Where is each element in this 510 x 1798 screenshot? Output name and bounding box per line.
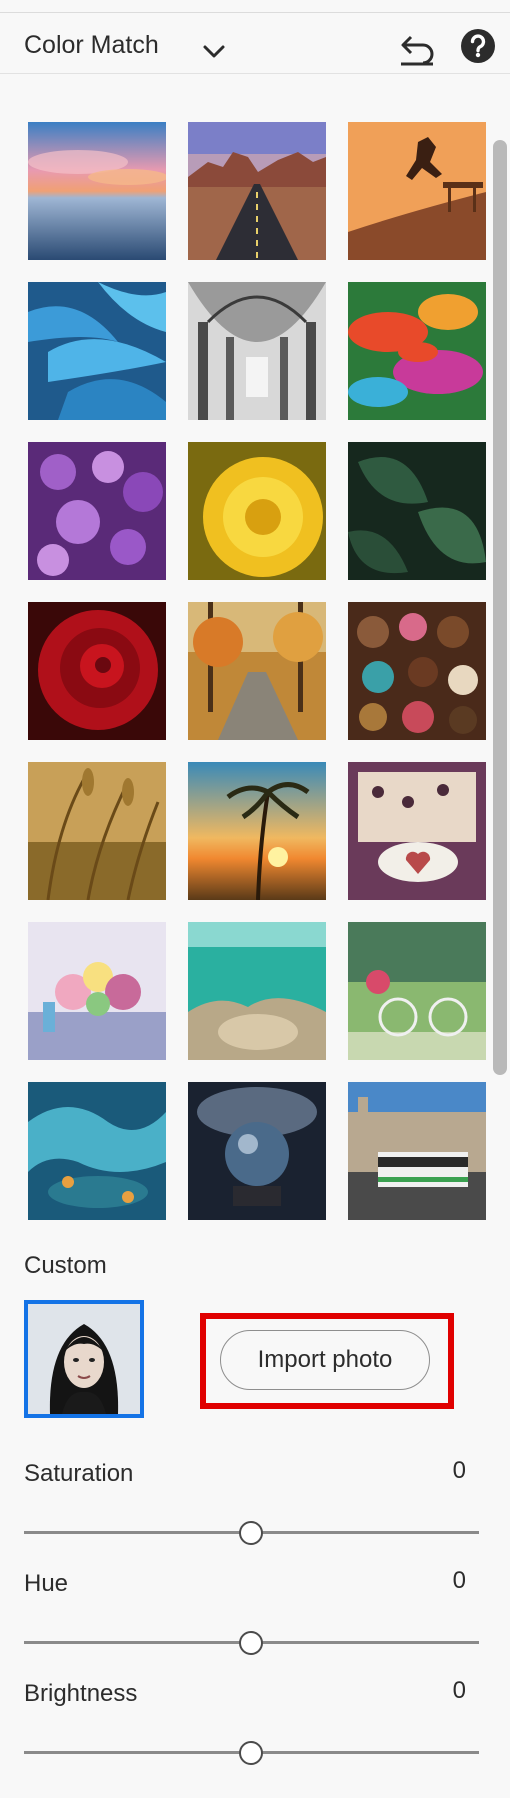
- preset-thumbnail[interactable]: [188, 602, 326, 740]
- custom-reference-thumbnail[interactable]: [24, 1300, 144, 1418]
- autumn-path-image: [188, 602, 326, 740]
- underwater-reef-image: [188, 922, 326, 1060]
- panel-title: Color Match: [24, 31, 159, 59]
- undo-icon[interactable]: [397, 31, 437, 67]
- hue-label: Hue: [24, 1570, 69, 1597]
- preset-thumbnail[interactable]: [28, 442, 166, 580]
- scrollbar-thumb[interactable]: [493, 140, 507, 1075]
- red-rose-image: [28, 602, 166, 740]
- skateboarder-image: [348, 122, 486, 260]
- palm-beach-sunset-image: [188, 762, 326, 900]
- import-photo-button[interactable]: Import photo: [220, 1330, 430, 1390]
- preset-thumbnail[interactable]: [188, 922, 326, 1060]
- preset-thumbnail[interactable]: [28, 1082, 166, 1220]
- preset-thumbnail[interactable]: [28, 122, 166, 260]
- hue-slider-handle[interactable]: [239, 1631, 263, 1655]
- preset-thumbnail[interactable]: [188, 1082, 326, 1220]
- purple-lilac-image: [28, 442, 166, 580]
- chocolate-sweets-image: [348, 602, 486, 740]
- brightness-label: Brightness: [24, 1680, 138, 1707]
- hue-value: 0: [452, 1567, 466, 1594]
- custom-section-label: Custom: [24, 1252, 107, 1279]
- green-leaves-image: [348, 442, 486, 580]
- crystal-ball-image: [188, 1082, 326, 1220]
- flower-table-image: [28, 922, 166, 1060]
- preset-thumbnail[interactable]: [28, 762, 166, 900]
- paint-splash-image: [348, 282, 486, 420]
- blue-feathers-image: [28, 282, 166, 420]
- chevron-down-icon[interactable]: [202, 43, 226, 61]
- preset-thumbnail[interactable]: [348, 282, 486, 420]
- saturation-label: Saturation: [24, 1460, 134, 1487]
- wheat-field-image: [28, 762, 166, 900]
- coffee-heart-image: [348, 762, 486, 900]
- preset-thumbnail[interactable]: [348, 922, 486, 1060]
- preset-thumbnail[interactable]: [28, 922, 166, 1060]
- desert-road-image: [188, 122, 326, 260]
- city-bus-image: [348, 1082, 486, 1220]
- preset-thumbnail[interactable]: [188, 762, 326, 900]
- cathedral-arches-image: [188, 282, 326, 420]
- preset-thumbnail[interactable]: [348, 1082, 486, 1220]
- preset-thumbnail[interactable]: [348, 122, 486, 260]
- preset-thumbnail[interactable]: [348, 442, 486, 580]
- brightness-value: 0: [452, 1677, 466, 1704]
- saturation-value: 0: [452, 1457, 466, 1484]
- preset-thumbnail[interactable]: [28, 602, 166, 740]
- preset-thumbnail[interactable]: [188, 122, 326, 260]
- yellow-dahlia-image: [188, 442, 326, 580]
- brightness-slider-handle[interactable]: [239, 1741, 263, 1765]
- preset-thumbnail[interactable]: [188, 442, 326, 580]
- preset-grid: [0, 74, 510, 1224]
- portrait-image: [28, 1304, 140, 1414]
- preset-thumbnail[interactable]: [28, 282, 166, 420]
- preset-thumbnail[interactable]: [348, 762, 486, 900]
- help-icon[interactable]: [460, 28, 496, 64]
- fantasy-ocean-image: [28, 1082, 166, 1220]
- panel-header: Color Match: [0, 13, 510, 73]
- preset-thumbnail[interactable]: [348, 602, 486, 740]
- sunset-sea-image: [28, 122, 166, 260]
- saturation-slider-handle[interactable]: [239, 1521, 263, 1545]
- bicycle-street-image: [348, 922, 486, 1060]
- preset-thumbnail[interactable]: [188, 282, 326, 420]
